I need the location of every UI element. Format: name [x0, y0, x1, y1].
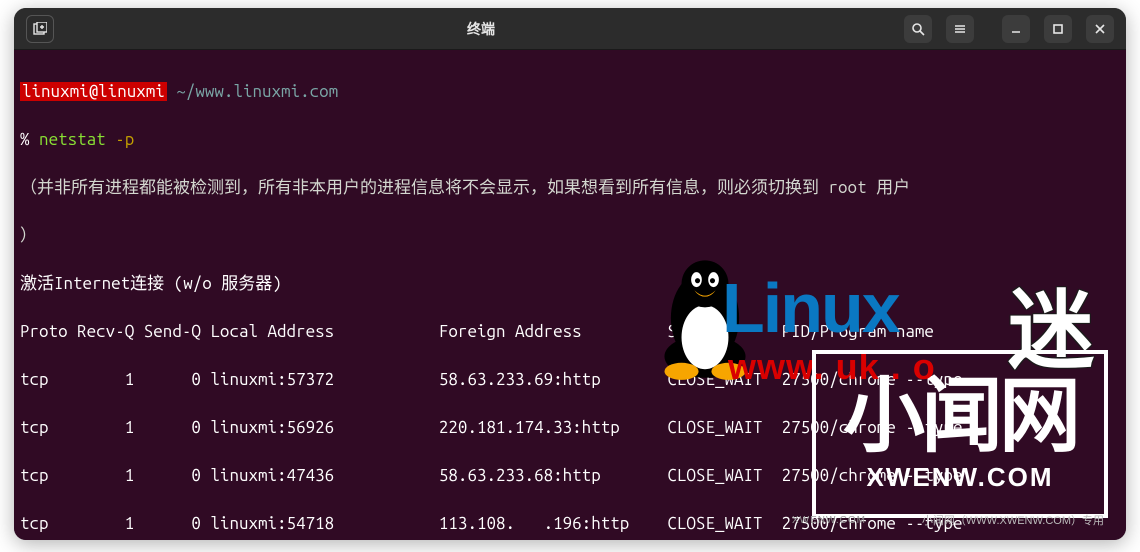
- terminal-body[interactable]: linuxmi@linuxmi ~/www.linuxmi.com % nets…: [14, 50, 1126, 540]
- search-button[interactable]: [904, 15, 932, 43]
- hamburger-menu-button[interactable]: [946, 15, 974, 43]
- inet-row: tcp 1 0 linuxmi:47436 58.63.233.68:http …: [14, 464, 1126, 488]
- prompt-line-1: linuxmi@linuxmi ~/www.linuxmi.com: [14, 80, 1126, 104]
- prompt-line-2: % netstat -p: [14, 128, 1126, 152]
- new-tab-button[interactable]: [26, 15, 54, 43]
- notice-line-2: ）: [14, 224, 1126, 248]
- inet-row: tcp 1 0 linuxmi:57372 58.63.233.69:http …: [14, 368, 1126, 392]
- command-name: netstat: [39, 130, 106, 149]
- command-args: -p: [106, 130, 135, 149]
- xwenw-url-small: XWENW.COM: [792, 515, 866, 526]
- inet-columns: Proto Recv-Q Send-Q Local Address Foreig…: [14, 320, 1126, 344]
- minimize-button[interactable]: [1002, 15, 1030, 43]
- inet-row: tcp 1 0 linuxmi:56926 220.181.174.33:htt…: [14, 416, 1126, 440]
- notice-line-1: （并非所有进程都能被检测到，所有非本用户的进程信息将不会显示，如果想看到所有信息…: [14, 176, 1126, 200]
- window-title: 终端: [62, 19, 900, 39]
- prompt-symbol: %: [20, 130, 39, 149]
- prompt-path: ~/www.linuxmi.com: [167, 82, 338, 101]
- prompt-userhost: linuxmi@linuxmi: [20, 82, 167, 101]
- terminal-window: 终端 linuxmi@linuxmi ~/www.linuxmi.com % n…: [14, 8, 1126, 540]
- titlebar: 终端: [14, 8, 1126, 50]
- close-button[interactable]: [1086, 15, 1114, 43]
- maximize-button[interactable]: [1044, 15, 1072, 43]
- inet-header: 激活Internet连接 (w/o 服务器): [14, 272, 1126, 296]
- footer-note: 小闻网（WWW.XWENW.COM）专用: [922, 512, 1104, 528]
